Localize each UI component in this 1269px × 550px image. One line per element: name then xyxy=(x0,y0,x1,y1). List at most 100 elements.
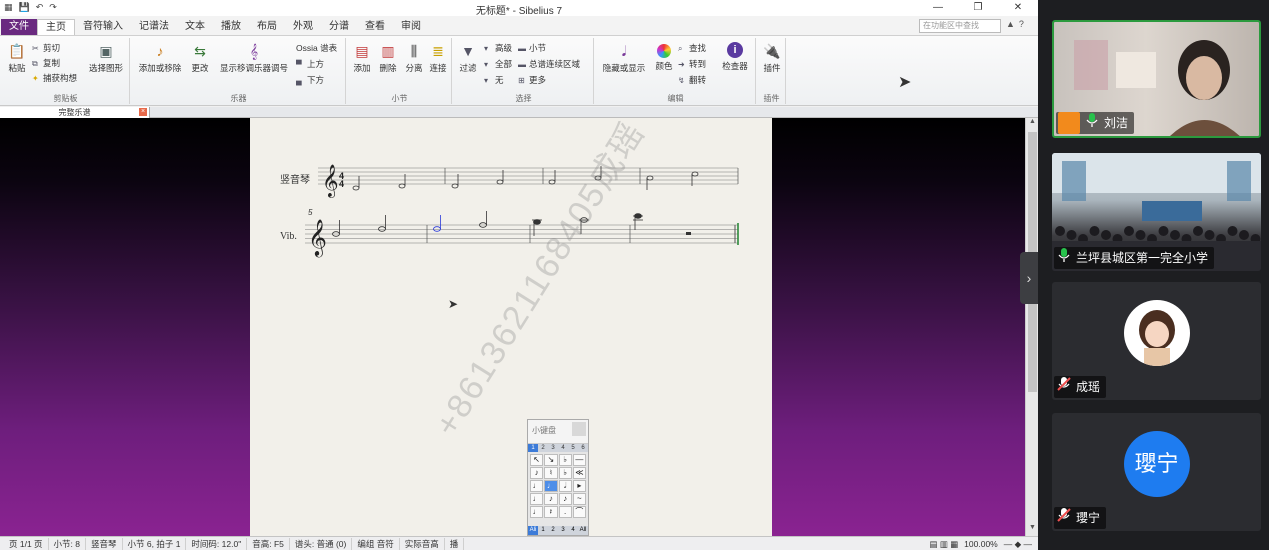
keypad-layer[interactable]: 4 xyxy=(568,526,578,535)
keypad-key[interactable]: ♭ xyxy=(558,467,572,479)
participant-tile[interactable]: 瓔宁 瓔宁 xyxy=(1052,413,1261,531)
color-button[interactable]: 颜色 xyxy=(652,42,676,72)
score-page[interactable]: 竖音琴 𝄞 4 4 Vib. 5 𝄞 ➤ xyxy=(250,118,772,536)
keypad-key[interactable]: 𝅗𝅥 xyxy=(558,480,572,492)
paste-button[interactable]: 📋 粘贴 xyxy=(4,42,30,74)
tab-4[interactable]: 文本 xyxy=(177,19,213,35)
inspector-button[interactable]: i 检查器 xyxy=(718,42,752,72)
keypad-key[interactable]: ♪ xyxy=(530,467,544,479)
tab-7[interactable]: 外观 xyxy=(285,19,321,35)
keypad-layer[interactable]: Ali xyxy=(528,526,538,535)
tab-5[interactable]: 播放 xyxy=(213,19,249,35)
keypad-key[interactable]: ♩ xyxy=(530,480,544,492)
keypad-key[interactable]: ♭ xyxy=(558,454,572,466)
help-icon[interactable]: ? xyxy=(1019,19,1024,29)
keypad-key[interactable]: ↘ xyxy=(544,454,558,466)
close-button[interactable]: ✕ xyxy=(998,0,1038,16)
more-button[interactable]: ⊞ 更多 xyxy=(518,74,546,86)
keypad-layer[interactable]: 2 xyxy=(548,526,558,535)
keypad-tab[interactable]: 5 xyxy=(568,444,578,452)
scroll-down-icon[interactable]: ▼ xyxy=(1026,524,1038,536)
participant-tile[interactable]: 兰坪县城区第一完全小学 xyxy=(1052,153,1261,271)
clipboard-group-label: 剪贴板 xyxy=(53,94,78,103)
change-instrument-button[interactable]: ⇆ 更改 xyxy=(188,42,212,74)
filter-button[interactable]: ▼ 过滤 xyxy=(456,42,480,74)
keypad-tab[interactable]: 2 xyxy=(538,444,548,452)
ossia-above-button[interactable]: ▀ 上方 xyxy=(296,58,324,70)
tab-10[interactable]: 审阅 xyxy=(393,19,429,35)
tab-3[interactable]: 记谱法 xyxy=(131,19,177,35)
keypad-key[interactable]: ♮ xyxy=(544,467,558,479)
panel-collapse-handle[interactable]: › xyxy=(1020,252,1038,304)
tab-2[interactable]: 音符输入 xyxy=(75,19,131,35)
scroll-up-icon[interactable]: ▲ xyxy=(1026,118,1038,130)
goto-button[interactable]: ➜ 转到 xyxy=(678,58,706,70)
split-bar-button[interactable]: ⫼ 分离 xyxy=(402,42,426,74)
delete-bar-button[interactable]: ▥ 删除 xyxy=(376,42,400,74)
cut-button[interactable]: ✂ 剪切 xyxy=(32,42,60,54)
minimize-button[interactable]: — xyxy=(918,0,958,16)
microphone-muted-icon xyxy=(1056,507,1072,530)
tab-8[interactable]: 分谱 xyxy=(321,19,357,35)
ribbon-search-input[interactable]: 在功能区中查找 xyxy=(919,19,1001,33)
keypad-key[interactable]: ▸ xyxy=(572,480,586,492)
keypad-layer[interactable]: 1 xyxy=(538,526,548,535)
keypad-tab[interactable]: 4 xyxy=(558,444,568,452)
participant-tile[interactable]: 刘洁 xyxy=(1052,20,1261,138)
keypad-tab[interactable]: 3 xyxy=(548,444,558,452)
join-bar-button[interactable]: ≣ 连接 xyxy=(426,42,450,74)
view-mode-icons[interactable]: ▤ ▥ ▦ xyxy=(929,538,958,550)
select-all-button[interactable]: ▾ 全部 xyxy=(484,58,512,70)
select-bar-button[interactable]: ▬ 小节 xyxy=(518,42,546,54)
keypad-key[interactable]: ⌒ xyxy=(572,506,586,518)
keypad-key[interactable]: ♩ xyxy=(530,493,544,505)
keypad-key[interactable]: ≪ xyxy=(572,467,586,479)
restore-button[interactable]: ❐ xyxy=(958,0,998,16)
hide-show-button[interactable]: 𝅘𝅥 隐藏或显示 xyxy=(598,42,650,74)
keypad-key[interactable]: . xyxy=(558,506,572,518)
show-transposing-button[interactable]: 𝄞 显示移调乐器调号 xyxy=(214,42,294,74)
document-tab[interactable]: 完整乐谱 × xyxy=(0,107,150,118)
copy-button[interactable]: ⧉ 复制 xyxy=(32,57,60,69)
find-button[interactable]: ⌕ 查找 xyxy=(678,42,706,54)
tab-1[interactable]: 主页 xyxy=(37,19,75,35)
add-bar-label: 添加 xyxy=(353,63,371,73)
add-bar-button[interactable]: ▤ 添加 xyxy=(350,42,374,74)
add-bar-icon: ▤ xyxy=(355,43,369,59)
keypad-header: 小键盘 xyxy=(528,420,588,444)
keypad-tab[interactable]: 1 xyxy=(528,444,538,452)
vertical-scrollbar[interactable]: ▲ ▼ xyxy=(1025,118,1038,536)
advanced-button[interactable]: ▾ 高级 xyxy=(484,42,512,54)
keypad-key[interactable]: ↖ xyxy=(530,454,544,466)
keypad-tab[interactable]: 6 xyxy=(578,444,588,452)
ossia-below-button[interactable]: ▄ 下方 xyxy=(296,74,324,86)
flip-button[interactable]: ↯ 翻转 xyxy=(678,74,706,86)
select-none-button[interactable]: ▾ 无 xyxy=(484,74,504,86)
keypad-key[interactable]: ♪ xyxy=(558,493,572,505)
select-graphic-icon: ▣ xyxy=(99,43,113,59)
system-passage-button[interactable]: ▬ 总谱连续区域 xyxy=(518,58,580,70)
keypad-layer[interactable]: All xyxy=(578,526,588,535)
keypad-key[interactable]: — xyxy=(572,454,586,466)
tab-0[interactable]: 文件 xyxy=(1,19,37,35)
keypad-key[interactable]: ♪ xyxy=(544,493,558,505)
keypad-layer[interactable]: 3 xyxy=(558,526,568,535)
plugins-button[interactable]: 🔌 插件 xyxy=(760,42,784,74)
zoom-level[interactable]: 100.00% xyxy=(964,538,998,550)
keypad-key[interactable]: ♩ xyxy=(544,480,558,492)
tab-9[interactable]: 查看 xyxy=(357,19,393,35)
keypad-key[interactable]: ~ xyxy=(572,493,586,505)
capture-idea-button[interactable]: ✦ 捕获构想 xyxy=(32,72,77,84)
add-remove-instrument-button[interactable]: ♪ 添加或移除 xyxy=(134,42,186,74)
keypad-key[interactable]: ♩ xyxy=(530,506,544,518)
keypad-key[interactable]: 𝄽 xyxy=(544,506,558,518)
window-controls: — ❐ ✕ xyxy=(918,0,1038,16)
close-tab-icon[interactable]: × xyxy=(139,108,147,116)
tab-6[interactable]: 布局 xyxy=(249,19,285,35)
keypad-close-button[interactable] xyxy=(572,422,586,436)
zoom-slider[interactable]: — ◆ — xyxy=(1004,538,1032,550)
select-graphic-button[interactable]: ▣ 选择图形 xyxy=(84,42,128,74)
collapse-ribbon-icon[interactable]: ▲ xyxy=(1006,19,1015,29)
participant-tile[interactable]: 成瑶 xyxy=(1052,282,1261,400)
status-item: 竖音琴 xyxy=(86,538,123,550)
